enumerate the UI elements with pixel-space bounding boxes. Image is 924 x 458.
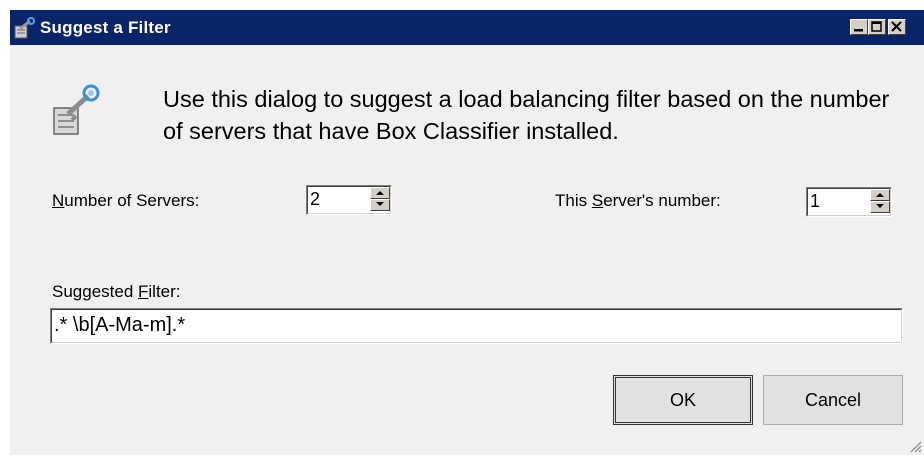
spin-down-button[interactable]	[370, 199, 390, 211]
number-of-servers-value[interactable]: 2	[310, 189, 320, 210]
close-button[interactable]	[888, 19, 906, 35]
server-number-label: This Server's number:	[555, 191, 721, 210]
window-title: Suggest a Filter	[40, 18, 171, 37]
spin-up-button[interactable]	[370, 187, 390, 199]
description-text: Use this dialog to suggest a load balanc…	[163, 86, 890, 144]
spin-up-button[interactable]	[870, 189, 890, 201]
ok-button[interactable]: OK	[613, 375, 753, 425]
arrow-up-icon	[876, 193, 884, 197]
resize-grip-icon[interactable]	[908, 439, 922, 453]
maximize-button[interactable]	[868, 19, 886, 35]
close-icon	[891, 21, 902, 32]
suggested-filter-field[interactable]: .* \b[A-Ma-m].*	[50, 308, 903, 344]
cancel-button[interactable]: Cancel	[763, 375, 903, 425]
server-number-value[interactable]: 1	[810, 191, 820, 212]
suggested-filter-label: Suggested Filter:	[52, 282, 181, 301]
spin-down-button[interactable]	[870, 201, 890, 213]
arrow-down-icon	[876, 204, 884, 208]
arrow-up-icon	[376, 191, 384, 195]
minimize-icon	[854, 29, 863, 32]
number-of-servers-label: Number of Servers:	[52, 191, 200, 210]
server-number-spinner[interactable]: 1	[806, 187, 892, 217]
suggested-filter-value[interactable]: .* \b[A-Ma-m].*	[54, 314, 185, 337]
filter-key-icon	[14, 17, 38, 39]
suggest-filter-dialog: Suggest a Filter Use this dialog to sugg…	[10, 10, 924, 455]
arrow-down-icon	[376, 202, 384, 206]
filter-key-large-icon	[50, 82, 106, 138]
number-of-servers-spinner[interactable]: 2	[306, 185, 392, 215]
minimize-button[interactable]	[850, 19, 868, 35]
maximize-icon	[871, 21, 882, 32]
title-bar[interactable]: Suggest a Filter	[10, 10, 924, 45]
